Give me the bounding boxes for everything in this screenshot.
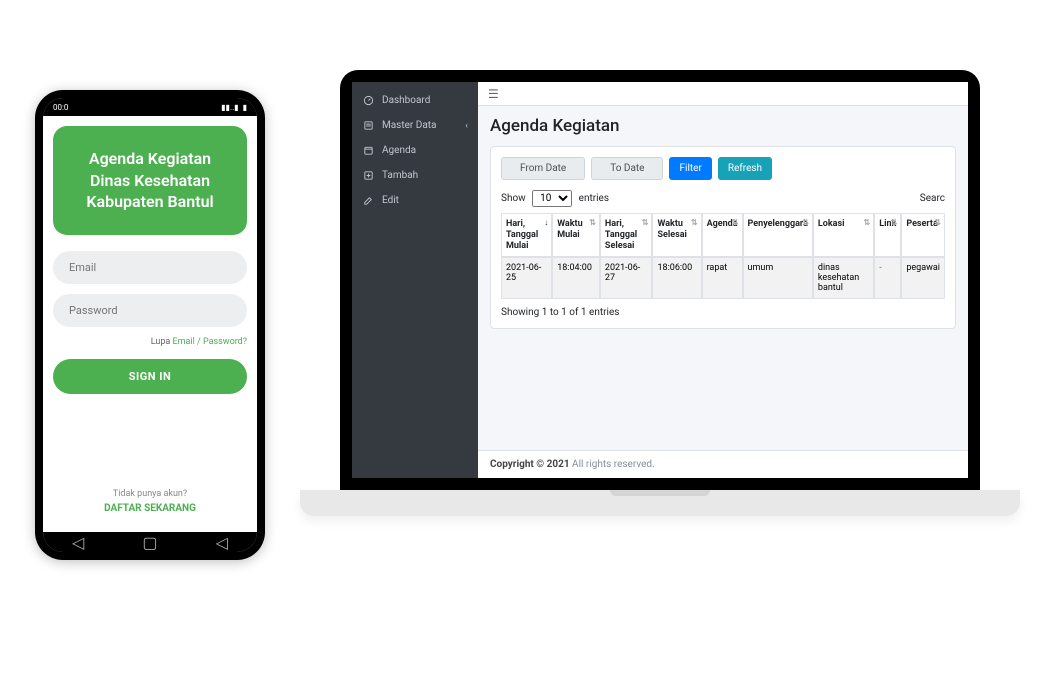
phone-navbar: ◁ ▢ ◁ [43,532,257,552]
no-account-label: Tidak punya akun? [113,489,187,499]
topbar: ☰ [478,82,968,106]
sidebar-item-label: Agenda [382,145,416,156]
sort-icon: ⇅ [691,218,698,228]
laptop-base [300,490,1020,516]
entries-select[interactable]: 10 [532,190,572,207]
sidebar: Dashboard Master Data ‹ Agenda [352,82,478,478]
content: Agenda Kegiatan From Date To Date Filter… [478,106,968,450]
statusbar-time: 00:0 [53,103,68,112]
sort-down-icon: ↓ [544,218,548,228]
cell-waktu-mulai: 18:04:00 [552,257,600,299]
nav-back-icon[interactable]: ◁ [72,533,84,552]
sidebar-item-label: Edit [382,195,399,206]
cell-tgl-mulai: 2021-06-25 [501,257,552,299]
laptop-mockup: Dashboard Master Data ‹ Agenda [300,70,1020,516]
col-link[interactable]: Link⇅ [874,213,901,257]
phone-content: Agenda Kegiatan Dinas Kesehatan Kabupate… [43,116,257,532]
sidebar-item-tambah[interactable]: Tambah [352,163,478,188]
cell-agenda: rapat [702,257,743,299]
filter-button[interactable]: Filter [669,157,711,180]
data-icon [362,120,374,131]
laptop-frame: Dashboard Master Data ‹ Agenda [340,70,980,490]
copyright-rest: All rights reserved. [570,459,655,470]
email-field[interactable] [53,251,247,284]
col-penyelenggara[interactable]: Penyelenggara⇅ [743,213,813,257]
nav-home-icon[interactable]: ▢ [142,533,157,552]
sidebar-item-label: Tambah [382,170,418,181]
sidebar-item-edit[interactable]: Edit [352,188,478,213]
to-date-input[interactable]: To Date [591,157,663,180]
table-row: 2021-06-25 18:04:00 2021-06-27 18:06:00 … [501,257,945,299]
col-waktu-mulai[interactable]: Waktu Mulai⇅ [552,213,600,257]
battery-icon: ▮ [243,103,247,112]
sort-icon: ⇅ [802,218,809,228]
cell-peserta: pegawai [901,257,945,299]
nav-recent-icon[interactable]: ◁ [216,533,228,552]
agenda-icon [362,145,374,156]
main-area: ☰ Agenda Kegiatan From Date To Date Filt… [478,82,968,478]
cell-lokasi: dinas kesehatan bantul [813,257,874,299]
table-info: Showing 1 to 1 of 1 entries [501,307,945,318]
col-lokasi[interactable]: Lokasi⇅ [813,213,874,257]
sidebar-item-dashboard[interactable]: Dashboard [352,88,478,113]
col-agenda[interactable]: Agenda⇅ [702,213,743,257]
signin-button[interactable]: SIGN IN [53,359,247,394]
laptop-screen: Dashboard Master Data ‹ Agenda [352,82,968,478]
sidebar-item-agenda[interactable]: Agenda [352,138,478,163]
edit-icon [362,195,374,206]
col-waktu-selesai[interactable]: Waktu Selesai⇅ [652,213,701,257]
forgot-password: Lupa Email / Password? [53,337,247,347]
cell-penyelenggara: umum [743,257,813,299]
hamburger-icon[interactable]: ☰ [488,87,499,101]
cell-waktu-selesai: 18:06:00 [652,257,701,299]
chevron-left-icon: ‹ [465,121,468,131]
col-tgl-selesai[interactable]: Hari, Tanggal Selesai⇅ [600,213,653,257]
sort-icon: ⇅ [934,218,941,228]
sidebar-item-label: Master Data [382,120,437,131]
register-link[interactable]: DAFTAR SEKARANG [53,503,247,514]
cell-link[interactable]: - [874,257,901,299]
filter-row: From Date To Date Filter Refresh [501,157,945,180]
agenda-table: Hari, Tanggal Mulai↓ Waktu Mulai⇅ Hari, … [501,213,945,299]
forgot-link[interactable]: Email / Password? [173,337,247,347]
dashboard-icon [362,95,374,106]
signal-icon: ▮▮..▮ [221,103,238,112]
sort-icon: ⇅ [864,218,871,228]
from-date-input[interactable]: From Date [501,157,585,180]
phone-statusbar: 00:0 ▮▮..▮ ▮ [43,98,257,116]
sort-icon: ⇅ [589,218,596,228]
col-peserta[interactable]: Peserta⇅ [901,213,945,257]
sort-icon: ⇅ [891,218,898,228]
page-title: Agenda Kegiatan [490,116,956,136]
sort-icon: ⇅ [642,218,649,228]
refresh-button[interactable]: Refresh [718,157,772,180]
phone-mockup: 00:0 ▮▮..▮ ▮ Agenda Kegiatan Dinas Keseh… [35,90,265,560]
search-label: Searc [920,193,945,204]
sidebar-item-masterdata[interactable]: Master Data ‹ [352,113,478,138]
sidebar-item-label: Dashboard [382,95,430,106]
phone-screen: 00:0 ▮▮..▮ ▮ Agenda Kegiatan Dinas Keseh… [43,98,257,552]
cell-tgl-selesai: 2021-06-27 [600,257,653,299]
table-controls: Show 10 entries Searc [501,190,945,207]
show-entries: Show 10 entries [501,190,609,207]
sort-icon: ⇅ [732,218,739,228]
phone-footer: Tidak punya akun? DAFTAR SEKARANG [53,489,247,522]
add-icon [362,170,374,181]
col-tgl-mulai[interactable]: Hari, Tanggal Mulai↓ [501,213,552,257]
copyright-bold: Copyright © 2021 [490,459,570,470]
login-title: Agenda Kegiatan Dinas Kesehatan Kabupate… [53,126,247,235]
filter-card: From Date To Date Filter Refresh Show 10… [490,146,956,329]
password-field[interactable] [53,294,247,327]
footer: Copyright © 2021 All rights reserved. [478,450,968,478]
